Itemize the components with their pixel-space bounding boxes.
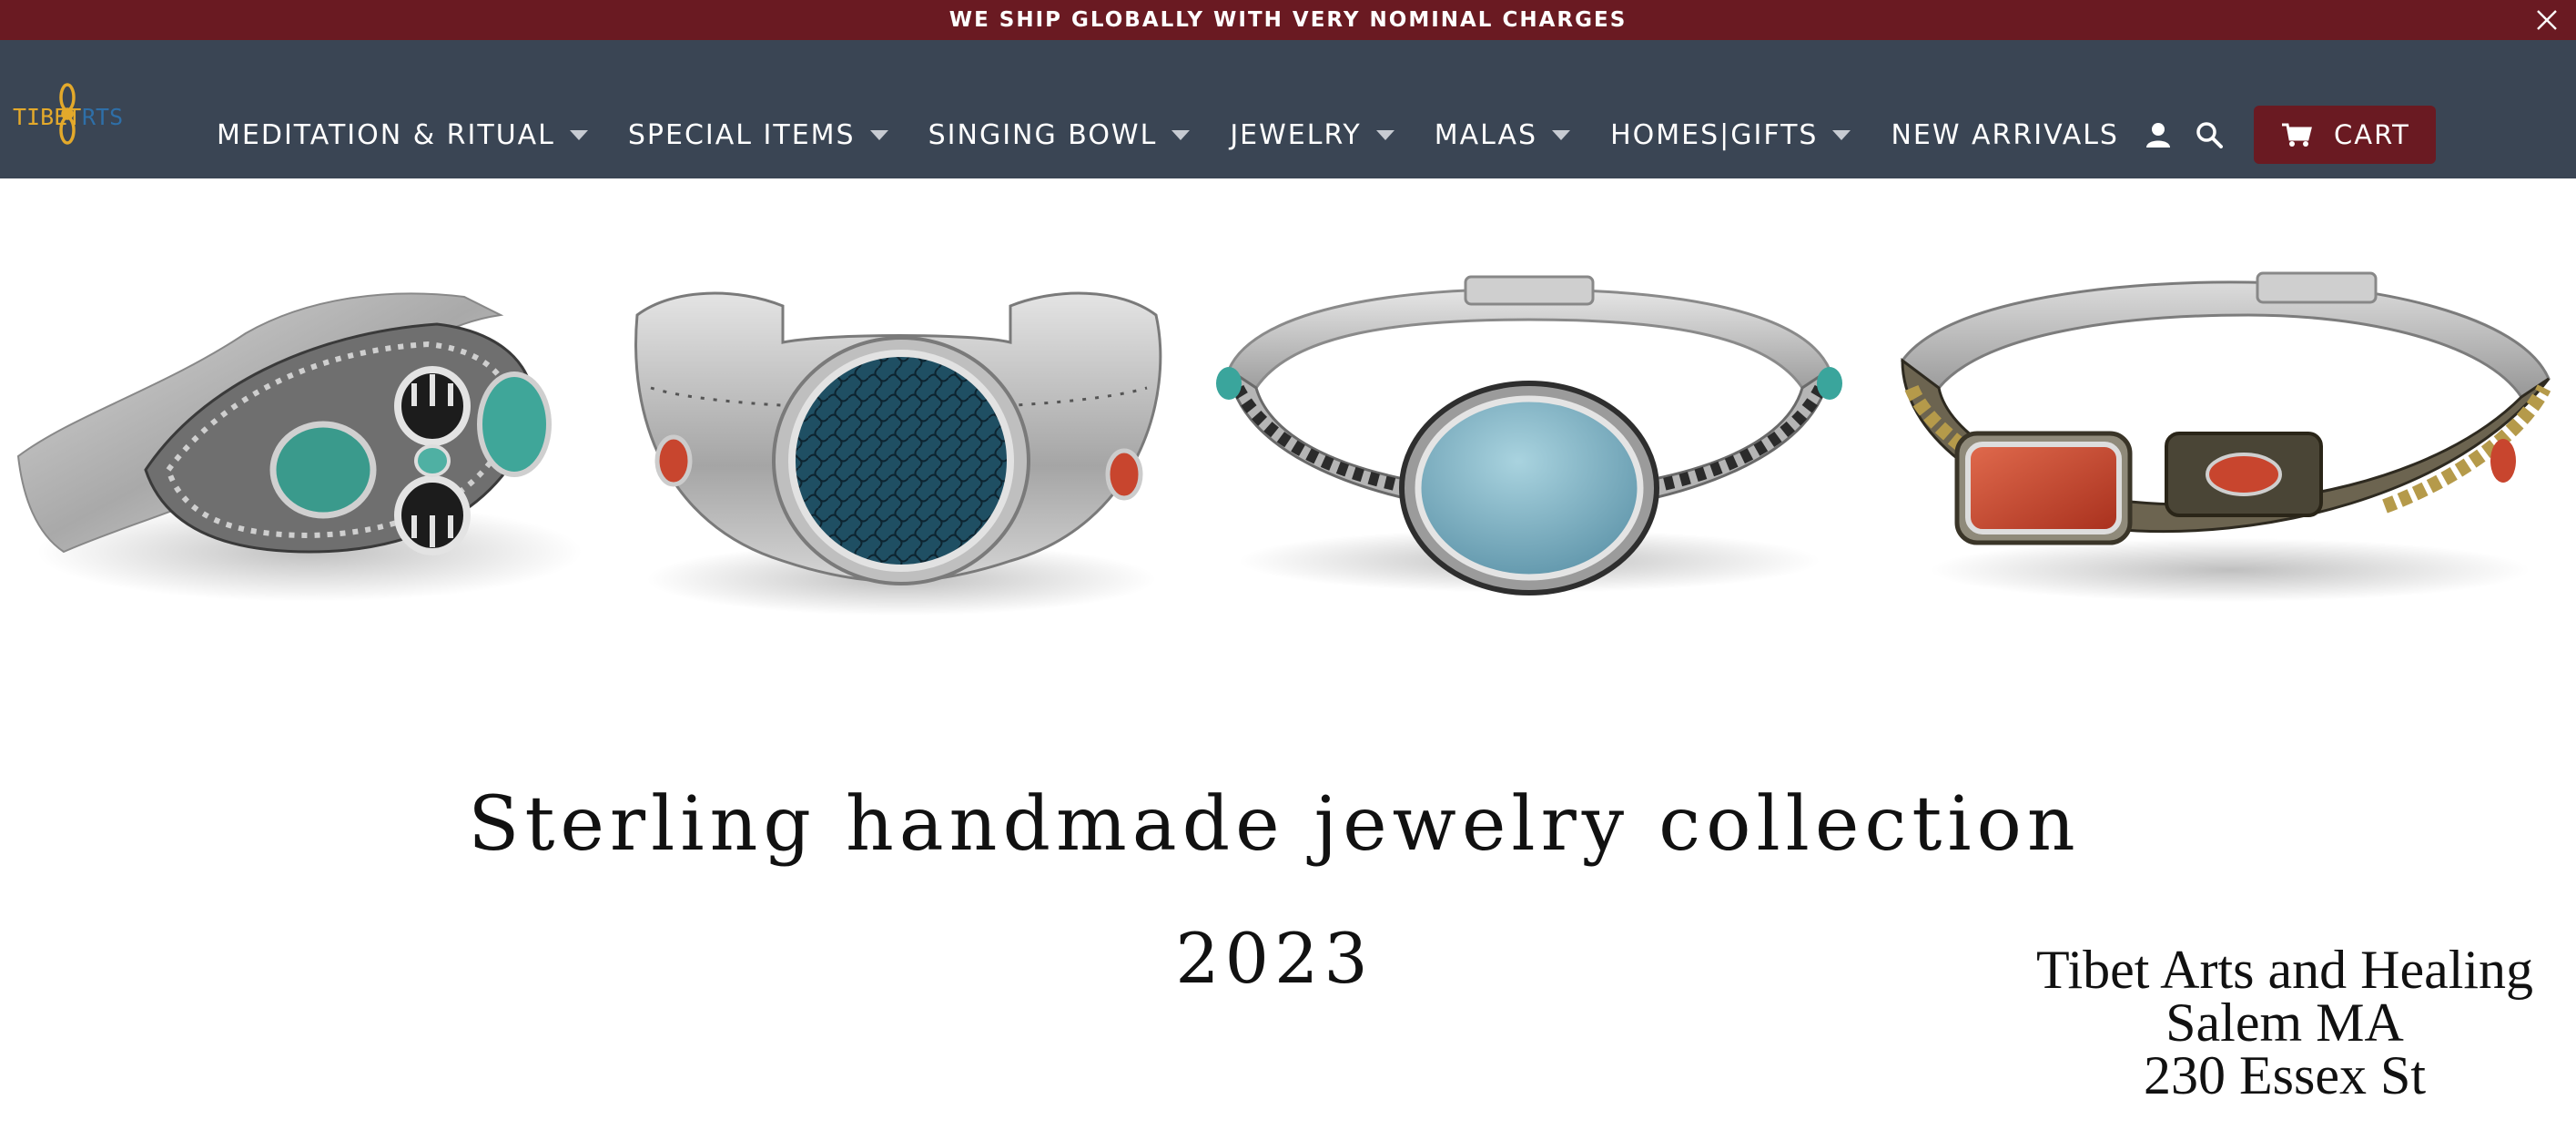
product-image-silver-cuff-turquoise-dorje[interactable]	[9, 279, 610, 606]
store-city: Salem MA	[2165, 992, 2404, 1053]
announcement-text: WE SHIP GLOBALLY WITH VERY NOMINAL CHARG…	[948, 8, 1628, 32]
cart-label: CART	[2333, 119, 2410, 150]
main-nav: MEDITATION & RITUAL SPECIAL ITEMS SINGIN…	[217, 78, 2436, 191]
chevron-down-icon	[1832, 129, 1851, 140]
chevron-down-icon	[1375, 129, 1394, 140]
user-icon[interactable]	[2139, 116, 2177, 154]
nav-item-malas[interactable]: MALAS	[1434, 118, 1571, 151]
nav-item-label: HOMES|GIFTS	[1610, 118, 1819, 151]
nav-item-label: NEW ARRIVALS	[1891, 118, 2119, 151]
site-logo[interactable]: TIBET RTS	[11, 82, 138, 146]
nav-item-label: SINGING BOWL	[928, 118, 1158, 151]
close-icon[interactable]	[2530, 4, 2563, 36]
vajra-logo-icon: TIBET RTS	[13, 83, 123, 145]
nav-item-label: MEDITATION & RITUAL	[217, 118, 555, 151]
cart-button[interactable]: CART	[2253, 106, 2436, 164]
nav-item-homes-gifts[interactable]: HOMES|GIFTS	[1610, 119, 1851, 151]
cart-icon	[2281, 123, 2312, 147]
nav-item-label: MALAS	[1434, 118, 1538, 151]
nav-item-singing-bowl[interactable]: SINGING BOWL	[928, 119, 1191, 151]
store-address: Tibet Arts and Healing Salem MA 230 Esse…	[1993, 940, 2576, 1105]
product-image-silver-bangle-blue-chalcedony[interactable]	[1202, 270, 1857, 597]
nav-item-jewelry[interactable]: JEWELRY	[1230, 119, 1394, 151]
nav-item-label: JEWELRY	[1230, 118, 1362, 151]
nav-item-meditation-ritual[interactable]: MEDITATION & RITUAL	[217, 119, 588, 151]
chevron-down-icon	[1552, 129, 1571, 140]
site-header: TIBET RTS MEDITATION & RITUAL SPECIAL IT…	[0, 40, 2576, 178]
store-street: 230 Essex St	[2143, 1045, 2427, 1105]
nav-item-label: SPECIAL ITEMS	[627, 118, 856, 151]
announcement-bar: WE SHIP GLOBALLY WITH VERY NOMINAL CHARG…	[0, 0, 2576, 40]
hero-banner[interactable]: Sterling handmade jewelry collection 202…	[0, 178, 2576, 1140]
product-image-silver-cuff-spiderweb-turquoise[interactable]	[628, 288, 1174, 616]
chevron-down-icon	[1171, 129, 1191, 140]
logo-text-right: RTS	[82, 104, 123, 130]
nav-item-special-items[interactable]: SPECIAL ITEMS	[628, 119, 888, 151]
store-name: Tibet Arts and Healing	[2035, 940, 2534, 1000]
chevron-down-icon	[869, 129, 888, 140]
product-image-silver-bangle-red-coral[interactable]	[1893, 270, 2567, 606]
banner-headline: Sterling handmade jewelry collection	[468, 781, 2081, 868]
chevron-down-icon	[569, 129, 588, 140]
search-icon[interactable]	[2190, 116, 2228, 154]
nav-item-new-arrivals[interactable]: NEW ARRIVALS	[1891, 119, 2119, 151]
